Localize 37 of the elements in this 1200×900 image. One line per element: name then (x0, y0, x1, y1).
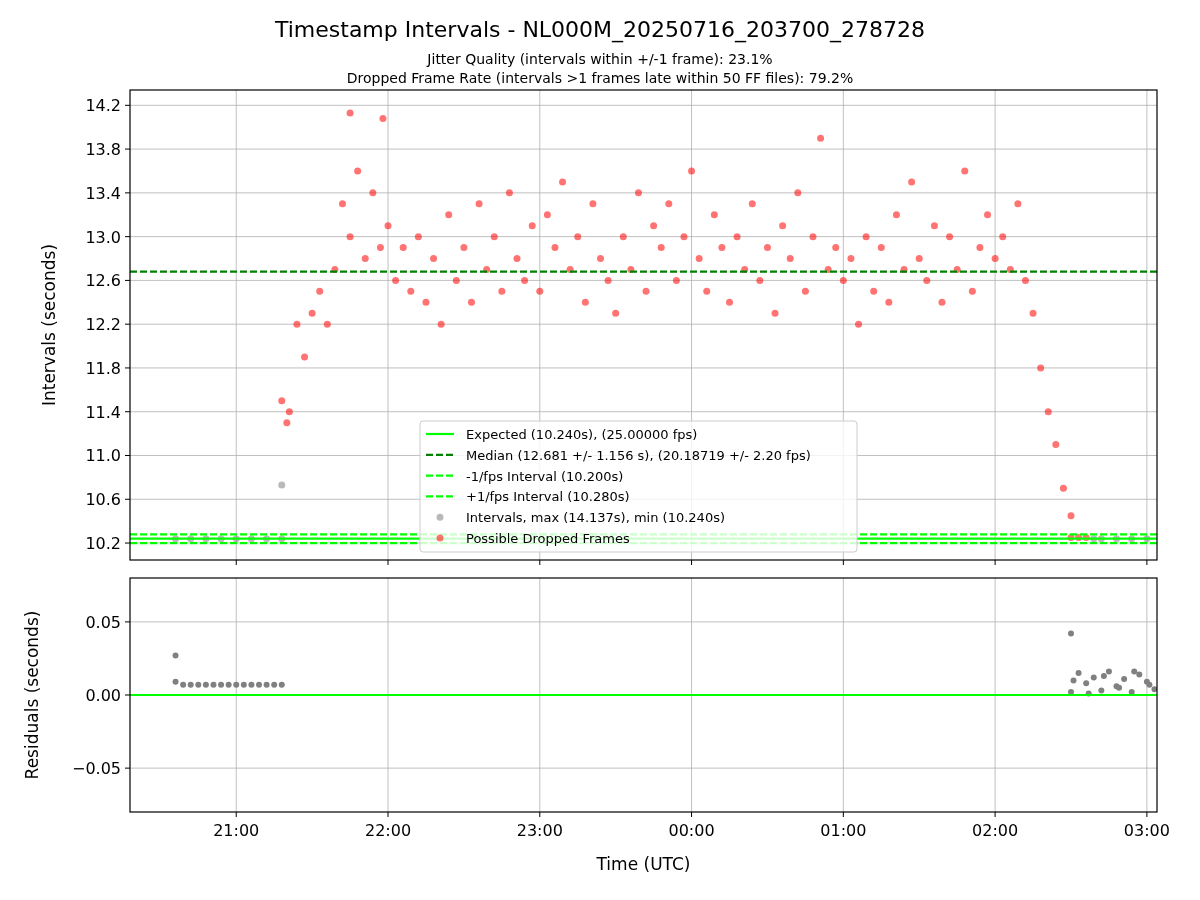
legend-label: +1/fps Interval (10.280s) (466, 489, 630, 505)
legend-line (426, 453, 454, 456)
tick-label: 21:00 (213, 821, 260, 840)
axis-label: Time (UTC) (596, 854, 691, 874)
axis-label: Intervals (seconds) (39, 243, 59, 407)
chart-subtitle: Dropped Frame Rate (intervals >1 frames late within 50 FF files): 79.2% (346, 70, 854, 86)
tick-label: 0.00 (85, 686, 121, 705)
tick-label: 10.2 (85, 534, 121, 554)
legend-line (426, 495, 454, 498)
tick-label: 22:00 (364, 821, 412, 840)
legend-label: Intervals, max (14.137s), min (10.240s) (466, 510, 725, 526)
tick-label: 13.4 (85, 183, 121, 203)
tick-label: 0.05 (85, 612, 121, 632)
tick-label: 12.6 (85, 271, 121, 291)
tick-label: 12.2 (85, 315, 121, 335)
legend-label: -1/fps Interval (10.200s) (466, 468, 624, 484)
tick-label: 11.8 (85, 358, 121, 378)
legend-line (426, 474, 454, 477)
tick-label: 10.6 (85, 490, 121, 510)
tick-label: 03:00 (1123, 821, 1170, 840)
tick-label: 11.4 (85, 402, 121, 422)
tick-label: 01:00 (820, 821, 867, 840)
tick-label: 00:00 (668, 821, 715, 840)
legend-line (426, 432, 454, 436)
tick-label: 14.2 (85, 96, 121, 116)
legend-label: Expected (10.240s), (25.00000 fps) (466, 427, 698, 442)
tick-label: 13.8 (85, 140, 121, 160)
tick-label: 13.0 (85, 227, 121, 247)
legend-label: Median (12.681 +/- 1.156 s), (20.18719 +/- 2.20 fps) (466, 447, 811, 463)
chart-subtitle: Jitter Quality (intervals within +/-1 frame): 23.1% (427, 51, 773, 67)
axis-label: Residuals (seconds) (22, 610, 42, 780)
chart-title: Timestamp Intervals - NL000M_20250716_203700_278728 (274, 17, 926, 42)
tick-label: −0.05 (71, 759, 121, 779)
tick-label: 11.0 (85, 446, 121, 466)
legend-label: Possible Dropped Frames (466, 531, 630, 546)
tick-label: 02:00 (972, 821, 1019, 840)
tick-label: 23:00 (516, 821, 563, 840)
